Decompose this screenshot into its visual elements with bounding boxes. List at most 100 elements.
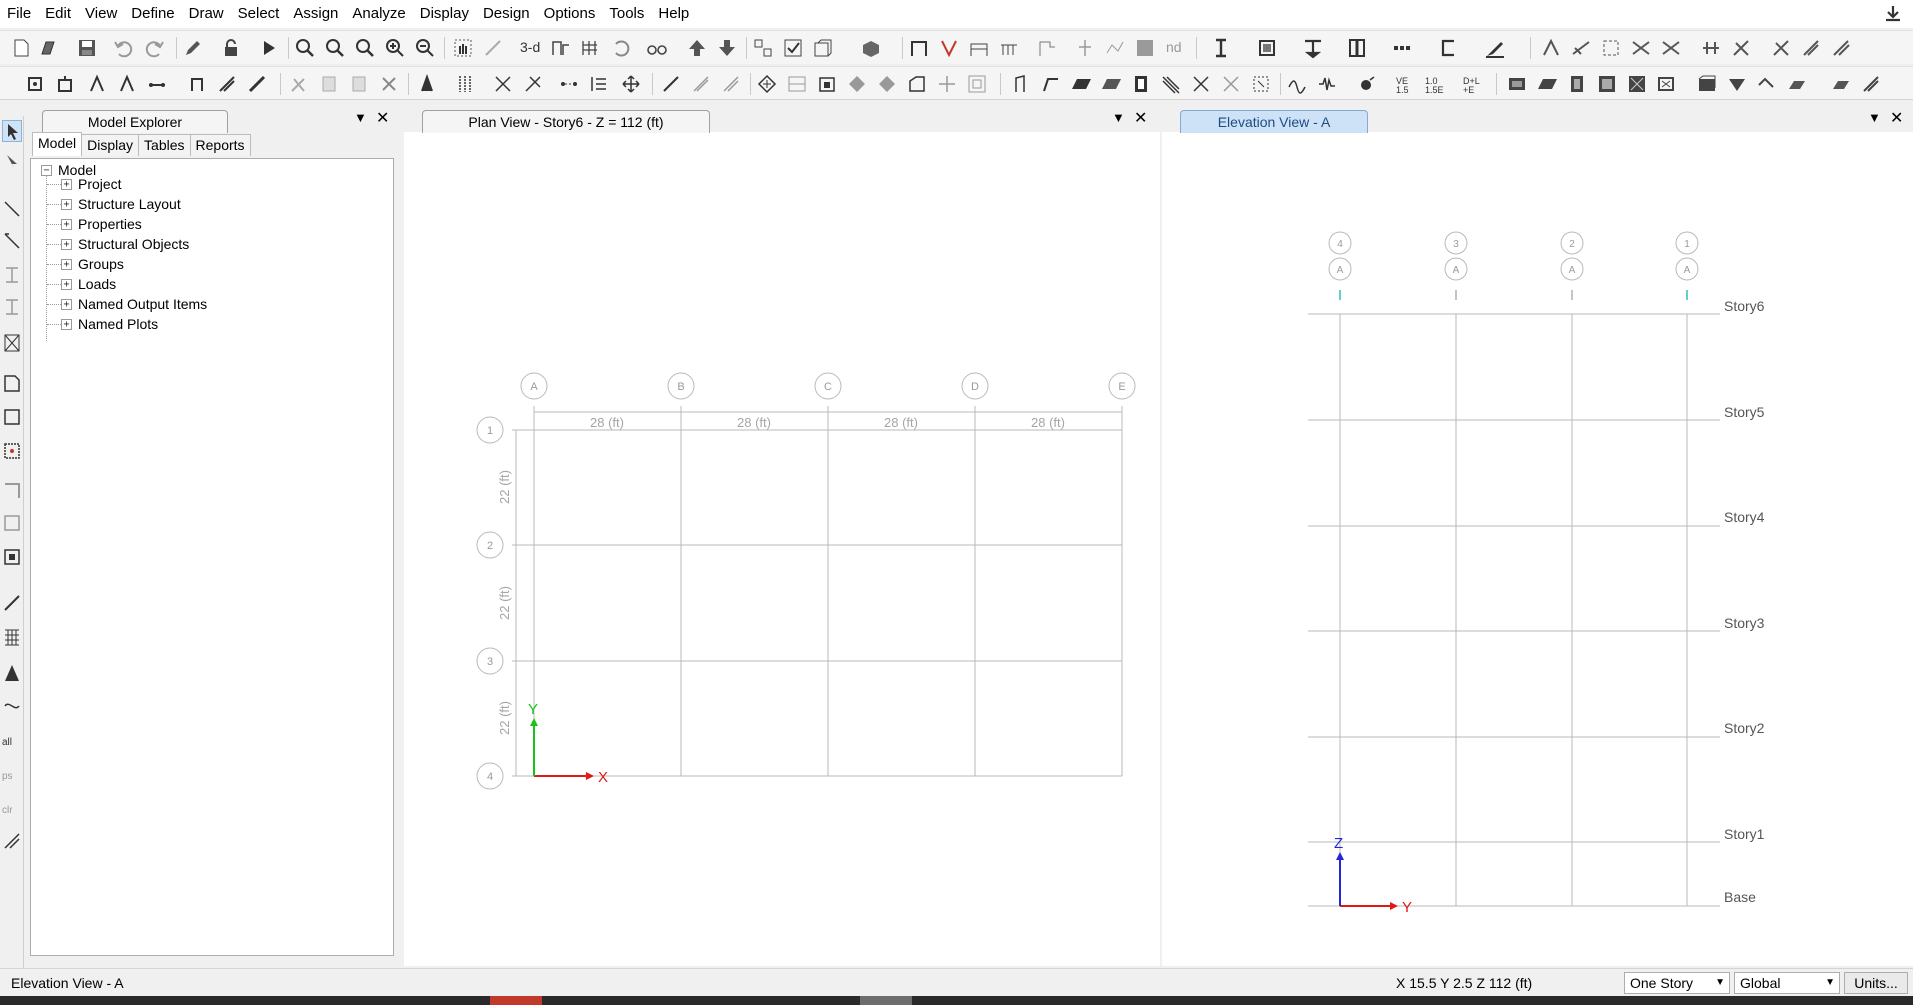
zoom-all-icon[interactable] (354, 37, 376, 59)
extrude-frames-icon[interactable] (454, 73, 476, 95)
tab-display[interactable]: Display (81, 134, 140, 156)
assign-area-load-icon[interactable] (1830, 73, 1852, 95)
assign-frame-load-icon[interactable] (1786, 73, 1808, 95)
close-icon[interactable]: ✕ (1134, 108, 1147, 128)
design-wall-icon[interactable] (1660, 37, 1682, 59)
tree-node-properties[interactable]: + Properties (61, 215, 142, 233)
replicate-icon[interactable] (416, 73, 438, 95)
elevation-view-icon[interactable] (580, 37, 602, 59)
draw-brace-icon[interactable] (116, 73, 138, 95)
rotate-icon[interactable] (610, 37, 632, 59)
design-display-icon[interactable] (1800, 37, 1822, 59)
draw-slab-rect-icon[interactable] (906, 73, 928, 95)
design-joist-icon[interactable] (1630, 37, 1652, 59)
design-results-icon[interactable] (1830, 37, 1852, 59)
draw-ramp-icon[interactable] (1160, 73, 1182, 95)
elevation-view-tab[interactable]: Elevation View - A (1180, 110, 1368, 133)
draw-area-icon[interactable] (756, 73, 778, 95)
menu-options[interactable]: Options (537, 0, 603, 28)
select-previous-icon[interactable]: ps (2, 762, 22, 784)
tree-node-structural-objects[interactable]: + Structural Objects (61, 235, 189, 253)
run-analysis-icon[interactable] (258, 37, 280, 59)
pan-icon[interactable] (452, 37, 474, 59)
draw-combo-icon[interactable]: D+L +E (1462, 73, 1484, 95)
tree-node-named-plots[interactable]: + Named Plots (61, 315, 158, 333)
collapse-icon[interactable]: − (41, 164, 52, 176)
view-options-icon[interactable] (812, 37, 834, 59)
menu-assign[interactable]: Assign (286, 0, 345, 28)
expand-icon[interactable]: + (61, 278, 72, 290)
tree-node-project[interactable]: + Project (61, 175, 122, 193)
open-icon[interactable] (38, 37, 60, 59)
draw-joint-icon[interactable] (24, 73, 46, 95)
draw-beam-strip-icon[interactable] (2, 230, 22, 252)
nd-button[interactable]: nd (1166, 39, 1182, 55)
draw-grid-icon[interactable] (1010, 73, 1032, 95)
cut-icon[interactable] (288, 73, 310, 95)
draw-floor-icon[interactable] (1070, 73, 1092, 95)
plan-view-icon[interactable] (550, 37, 572, 59)
plan-view-tab[interactable]: Plan View - Story6 - Z = 112 (ft) (422, 110, 710, 133)
story-select[interactable]: One Story ▼ (1624, 972, 1730, 994)
draw-tendon-strip-icon[interactable] (2, 662, 22, 684)
draw-rectangle-icon[interactable] (816, 73, 838, 95)
draw-section-cut-icon[interactable] (1250, 73, 1272, 95)
delete-icon[interactable] (378, 73, 400, 95)
draw-poly-icon[interactable] (876, 73, 898, 95)
draw-load-icon[interactable]: 1.0 1.5E (1424, 73, 1446, 95)
beam-section-icon[interactable] (1210, 37, 1232, 59)
reshape-icon[interactable] (2, 152, 22, 174)
draw-text-icon[interactable]: VE 1.5 (1394, 73, 1416, 95)
draw-click-area-icon[interactable] (2, 440, 22, 462)
design-check-icon[interactable] (1730, 37, 1752, 59)
save-icon[interactable] (76, 37, 98, 59)
menu-draw[interactable]: Draw (182, 0, 231, 28)
design-composite-icon[interactable] (1600, 37, 1622, 59)
merge-icon[interactable] (522, 73, 544, 95)
tab-tables[interactable]: Tables (138, 134, 191, 156)
draw-grid-strip-icon[interactable] (2, 626, 22, 648)
draw-opening-icon[interactable] (786, 73, 808, 95)
moment-diagram-icon[interactable] (998, 37, 1020, 59)
move-up-icon[interactable] (686, 37, 708, 59)
draw-quad-icon[interactable] (846, 73, 868, 95)
undo-icon[interactable] (112, 37, 134, 59)
menu-select[interactable]: Select (231, 0, 287, 28)
zoom-restore-icon[interactable] (324, 37, 346, 59)
tab-reports[interactable]: Reports (189, 134, 251, 156)
move-icon[interactable] (620, 73, 642, 95)
design-slab-icon[interactable] (1700, 37, 1722, 59)
pencil-icon[interactable] (182, 37, 204, 59)
draw-link-support-icon[interactable] (1190, 73, 1212, 95)
assign-pier-icon[interactable] (1656, 73, 1678, 95)
select-line-icon[interactable] (2, 830, 22, 852)
pointer-icon[interactable] (2, 120, 22, 142)
tree-node-structure-layout[interactable]: + Structure Layout (61, 195, 181, 213)
plan-canvas[interactable]: A B C D E 1 2 3 4 28 (ft) 28 (ft) 28 (ft… (404, 132, 1160, 966)
draw-line-icon[interactable] (2, 198, 22, 220)
pane-menu-icon[interactable]: ▼ (354, 110, 367, 125)
coord-system-select[interactable]: Global ▼ (1734, 972, 1840, 994)
offset-icon[interactable] (690, 73, 712, 95)
tree-node-named-output-items[interactable]: + Named Output Items (61, 295, 207, 313)
draw-brace-strip-icon[interactable] (2, 296, 22, 318)
story-response-icon[interactable] (1036, 37, 1058, 59)
wall-section-icon[interactable] (1392, 37, 1414, 59)
lock-icon[interactable] (220, 37, 242, 59)
assign-frame-icon[interactable] (1536, 73, 1558, 95)
draw-wall-click-icon[interactable] (2, 512, 22, 534)
expand-icon[interactable]: + (61, 298, 72, 310)
draw-wall-strip-icon[interactable] (2, 480, 22, 502)
draw-opening-strip-icon[interactable] (2, 546, 22, 568)
move-down-icon[interactable] (716, 37, 738, 59)
draw-deck-icon[interactable] (1100, 73, 1122, 95)
menu-view[interactable]: View (78, 0, 124, 28)
menu-display[interactable]: Display (413, 0, 476, 28)
design-overwrite-icon[interactable] (1770, 37, 1792, 59)
shear-diagram-icon[interactable] (968, 37, 990, 59)
redo-icon[interactable] (144, 37, 166, 59)
draw-walls-icon[interactable] (1130, 73, 1152, 95)
assign-wind-icon[interactable] (1860, 73, 1882, 95)
tree-node-groups[interactable]: + Groups (61, 255, 124, 273)
select-all-icon[interactable]: all (2, 728, 22, 750)
